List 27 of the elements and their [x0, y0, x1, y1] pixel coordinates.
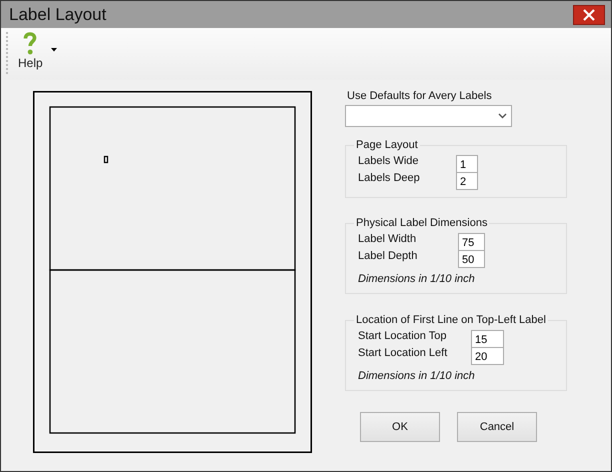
input-field[interactable]: 2 [456, 172, 478, 190]
close-button[interactable] [573, 4, 605, 24]
field-label: Label Width [358, 233, 418, 245]
window-title: Label Layout [9, 4, 106, 24]
help-icon [23, 32, 38, 56]
field-label: Labels Deep [358, 172, 421, 184]
group-title: Location of First Line on Top-Left Label [355, 314, 547, 326]
input-field[interactable]: 15 [471, 330, 504, 348]
group-title: Physical Label Dimensions [355, 217, 488, 229]
field-label: Start Location Top [358, 330, 448, 342]
input-field[interactable]: 20 [471, 347, 504, 365]
field-label: Start Location Left [358, 347, 448, 359]
dialog-button[interactable]: OK [360, 412, 440, 442]
help-button[interactable]: Help [10, 28, 49, 70]
input-field[interactable]: 1 [456, 155, 478, 173]
note-text: Dimensions in 1/10 inch [358, 370, 476, 382]
note-text: Dimensions in 1/10 inch [358, 273, 476, 285]
group-title: Page Layout [355, 139, 419, 151]
close-icon [582, 8, 596, 22]
field-label: Labels Wide [358, 155, 420, 167]
input-field[interactable]: 75 [458, 233, 485, 251]
chevron-icon [498, 113, 507, 119]
dialog-button[interactable]: Cancel [457, 412, 537, 442]
caret-icon[interactable] [50, 48, 57, 52]
field-label: Label Depth [358, 250, 418, 262]
input-field[interactable]: 50 [458, 250, 485, 268]
avery-label: Use Defaults for Avery Labels [347, 90, 493, 102]
